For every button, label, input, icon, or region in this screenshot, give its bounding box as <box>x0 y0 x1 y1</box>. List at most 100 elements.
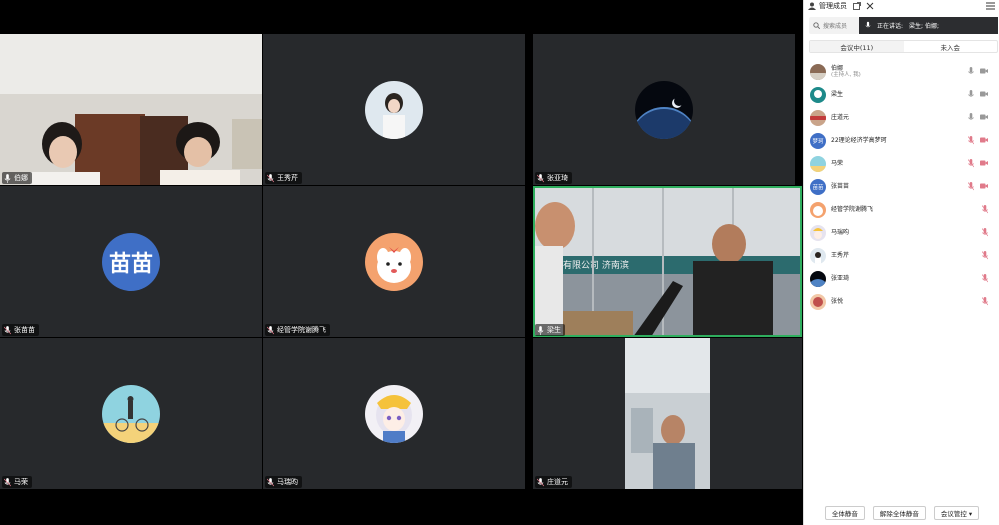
meeting-app: 伯娜 王秀芹 张亚琦 苗苗 张苗苗 经管学院谢腾飞 服饰有限公司 济南滨 梁生 … <box>0 0 999 525</box>
avatar-image <box>635 80 693 139</box>
list-item[interactable]: 苗苗 张苗苗 <box>804 175 999 198</box>
mic-muted-icon <box>4 325 11 334</box>
participant-name: 庄道元 <box>547 478 568 486</box>
member-tabs: 会议中(11) 未入会 <box>809 40 998 53</box>
mic-icon[interactable] <box>968 90 974 99</box>
mic-muted-icon[interactable] <box>968 182 974 191</box>
participant-avatar: 苗苗 <box>102 232 160 291</box>
list-item[interactable]: 经管学院谢腾飞 <box>804 198 999 221</box>
mic-muted-icon[interactable] <box>982 205 988 214</box>
list-item[interactable]: 庄道元 <box>804 106 999 129</box>
mic-icon <box>4 173 11 183</box>
mic-muted-icon <box>537 477 544 486</box>
participant-name-tag: 伯娜 <box>2 172 32 184</box>
participant-name: 王秀芹 <box>277 174 298 182</box>
list-item[interactable]: 马荣 <box>804 152 999 175</box>
video-tile-4[interactable]: 苗苗 张苗苗 <box>0 186 262 337</box>
video-tile-1[interactable]: 伯娜 <box>0 34 262 185</box>
video-feed: 服饰有限公司 济南滨 <box>533 186 802 337</box>
list-item[interactable]: 伯娜 (主持人, 我) <box>804 60 999 83</box>
participant-name-tag: 梁生 <box>535 324 565 336</box>
video-feed <box>533 338 802 489</box>
avatar: 苗苗 <box>810 178 826 195</box>
avatar <box>810 86 826 103</box>
mute-all-button[interactable]: 全体静音 <box>824 506 865 520</box>
mic-icon[interactable] <box>968 113 974 122</box>
participant-name-tag: 马荣 <box>2 476 32 488</box>
participant-name-tag: 马瑞昀 <box>265 476 302 488</box>
member-name: 梁生 <box>831 91 844 98</box>
participant-avatar <box>102 384 160 443</box>
mic-muted-icon[interactable] <box>982 228 988 237</box>
avatar-image <box>365 80 423 139</box>
avatar <box>810 155 826 172</box>
mic-muted-icon[interactable] <box>982 251 988 260</box>
video-tile-7[interactable]: 马荣 <box>0 338 262 489</box>
participant-name-tag: 王秀芹 <box>265 172 302 184</box>
member-name: 马瑞昀 <box>831 229 850 236</box>
avatar <box>810 224 826 241</box>
menu-icon[interactable] <box>986 2 995 10</box>
member-list: 伯娜 (主持人, 我) 梁生 庄道元 梦珂 22理论经济学高梦珂 马荣 苗苗 张… <box>804 60 999 313</box>
search-row: 搜索成员 正在讲话: 梁生; 伯娜; <box>809 17 998 34</box>
avatar: 梦珂 <box>810 132 826 149</box>
search-input[interactable]: 搜索成员 <box>809 17 859 34</box>
meeting-control-button[interactable]: 会议管控 ▾ <box>933 506 980 520</box>
camera-icon[interactable] <box>980 114 988 120</box>
tab-not-joined[interactable]: 未入会 <box>904 41 998 52</box>
panel-header-actions <box>853 2 874 10</box>
participant-name: 马荣 <box>14 478 28 486</box>
participant-name-tag: 庄道元 <box>535 476 572 488</box>
mic-muted-icon <box>267 325 274 334</box>
camera-off-icon[interactable] <box>980 137 988 143</box>
video-tile-9[interactable]: 庄道元 <box>533 338 802 489</box>
video-tile-6[interactable]: 服饰有限公司 济南滨 梁生 <box>533 186 802 337</box>
popout-icon[interactable] <box>853 2 861 10</box>
mic-muted-icon[interactable] <box>982 297 988 306</box>
mic-icon[interactable] <box>968 67 974 76</box>
list-item[interactable]: 张悦 <box>804 290 999 313</box>
video-grid: 伯娜 王秀芹 张亚琦 苗苗 张苗苗 经管学院谢腾飞 服饰有限公司 济南滨 梁生 … <box>0 0 803 525</box>
member-name: 马荣 <box>831 160 844 167</box>
avatar-image <box>365 384 423 443</box>
list-item[interactable]: 张亚琦 <box>804 267 999 290</box>
mic-muted-icon[interactable] <box>968 136 974 145</box>
close-icon[interactable] <box>866 2 874 10</box>
video-tile-3[interactable]: 张亚琦 <box>533 34 795 185</box>
avatar-image <box>102 384 160 443</box>
member-name: 伯娜 <box>831 64 844 72</box>
user-icon <box>808 2 816 10</box>
speaking-indicator: 正在讲话: 梁生; 伯娜; <box>859 17 998 34</box>
participant-avatar <box>365 80 423 139</box>
list-item[interactable]: 王秀芹 <box>804 244 999 267</box>
mic-muted-icon[interactable] <box>982 274 988 283</box>
text-avatar: 苗苗 <box>102 232 160 291</box>
camera-off-icon[interactable] <box>980 160 988 166</box>
tab-in-meeting[interactable]: 会议中(11) <box>810 41 904 52</box>
participant-avatar <box>365 384 423 443</box>
video-tile-5[interactable]: 经管学院谢腾飞 <box>263 186 525 337</box>
avatar <box>810 63 826 80</box>
list-item[interactable]: 梦珂 22理论经济学高梦珂 <box>804 129 999 152</box>
participant-avatar <box>635 80 693 139</box>
search-icon <box>813 22 820 29</box>
search-placeholder: 搜索成员 <box>823 23 848 30</box>
avatar <box>810 201 826 218</box>
video-tile-8[interactable]: 马瑞昀 <box>263 338 525 489</box>
camera-icon[interactable] <box>980 91 988 97</box>
member-name: 张苗苗 <box>831 183 850 190</box>
mic-muted-icon[interactable] <box>968 159 974 168</box>
video-tile-2[interactable]: 王秀芹 <box>263 34 525 185</box>
member-name: 庄道元 <box>831 114 850 121</box>
list-item[interactable]: 梁生 <box>804 83 999 106</box>
mic-muted-icon <box>267 173 274 182</box>
mic-icon <box>537 325 544 335</box>
avatar <box>810 270 826 287</box>
mic-muted-icon <box>267 477 274 486</box>
camera-off-icon[interactable] <box>980 183 988 189</box>
unmute-all-button[interactable]: 解除全体静音 <box>872 506 926 520</box>
member-name: 经管学院谢腾飞 <box>831 206 874 213</box>
list-item[interactable]: 马瑞昀 <box>804 221 999 244</box>
camera-icon[interactable] <box>980 68 988 74</box>
mic-icon <box>865 21 871 28</box>
